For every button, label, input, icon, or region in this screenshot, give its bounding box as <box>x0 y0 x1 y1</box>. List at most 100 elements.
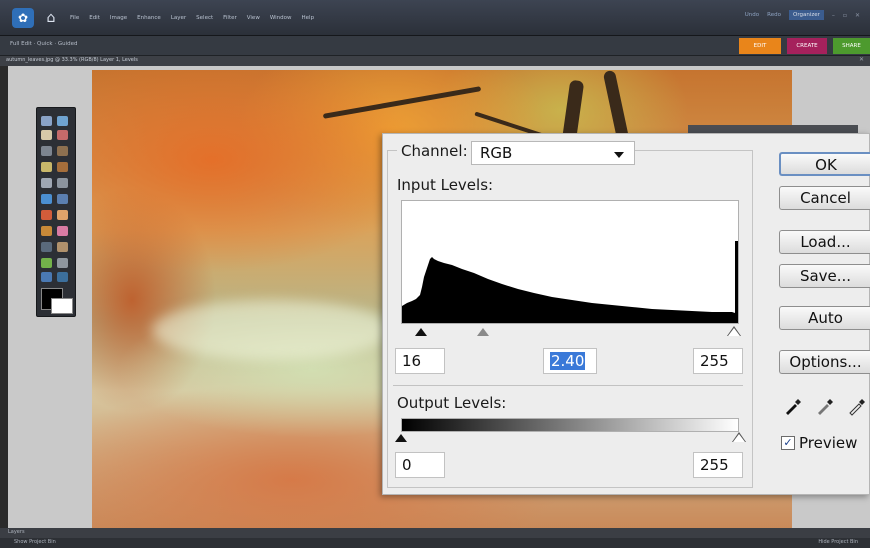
menu-window[interactable]: Window <box>270 12 292 24</box>
lasso-tool-icon[interactable] <box>57 146 68 156</box>
channel-select[interactable]: RGB <box>471 141 635 165</box>
tab-create[interactable]: CREATE <box>787 38 827 54</box>
input-gamma-handle[interactable] <box>477 328 489 336</box>
load-button[interactable]: Load... <box>779 230 870 254</box>
input-gamma-field[interactable]: 2.40 <box>543 348 597 374</box>
organizer-button[interactable]: Organizer <box>788 10 824 20</box>
app-logo-icon[interactable]: ✿ <box>12 8 34 28</box>
crop-tool-icon[interactable] <box>57 178 68 188</box>
close-icon[interactable]: ✕ <box>855 12 860 19</box>
tab-edit[interactable]: EDIT <box>739 38 781 54</box>
smart-brush-icon[interactable] <box>57 272 68 282</box>
input-white-field[interactable]: 255 <box>693 348 743 374</box>
input-levels-slider[interactable] <box>401 324 741 340</box>
output-levels-label: Output Levels: <box>397 394 507 412</box>
mode-bar: Full Edit · Quick · Guided EDIT CREATE S… <box>0 36 870 56</box>
options-button[interactable]: Options... <box>779 350 870 374</box>
document-close-icon[interactable]: ✕ <box>859 56 864 63</box>
divider <box>393 385 743 386</box>
input-white-value: 255 <box>700 352 729 370</box>
document-title[interactable]: autumn_leaves.jpg @ 33.3% (RGB/8) Layer … <box>6 57 138 63</box>
eraser-tool-icon[interactable] <box>57 210 68 220</box>
zoom-tool-icon[interactable] <box>57 116 68 126</box>
project-bin-bar: Show Project Bin Hide Project Bin <box>0 538 870 548</box>
eyedropper-tool-icon[interactable] <box>57 130 68 140</box>
menu-enhance[interactable]: Enhance <box>137 12 161 24</box>
output-white-field[interactable]: 255 <box>693 452 743 478</box>
output-white-fill <box>733 434 745 442</box>
menu-layer[interactable]: Layer <box>171 12 186 24</box>
histogram-fill <box>402 241 738 323</box>
levels-dialog: Channel: RGB Input Levels: 16 2.40 255 O… <box>382 133 870 495</box>
menu-help[interactable]: Help <box>302 12 315 24</box>
menu-image[interactable]: Image <box>110 12 127 24</box>
cancel-button[interactable]: Cancel <box>779 186 870 210</box>
hide-project-bin-button[interactable]: Hide Project Bin <box>818 539 858 545</box>
marquee-tool-icon[interactable] <box>41 146 52 156</box>
hand-tool-icon[interactable] <box>41 130 52 140</box>
sponge-tool-icon[interactable] <box>41 272 52 282</box>
output-black-field[interactable]: 0 <box>395 452 445 478</box>
tab-share[interactable]: SHARE <box>833 38 870 54</box>
menu-bar: ✿ ⌂ File Edit Image Enhance Layer Select… <box>0 0 870 36</box>
channel-label: Channel: <box>397 142 472 160</box>
selection-brush-icon[interactable] <box>57 162 68 172</box>
maximize-icon[interactable]: ▫ <box>843 12 847 19</box>
redo-button[interactable]: Redo <box>767 12 781 18</box>
type-tool-icon[interactable] <box>41 178 52 188</box>
chevron-down-icon <box>614 152 624 158</box>
shape-tool-icon[interactable] <box>41 258 52 268</box>
magic-wand-tool-icon[interactable] <box>41 162 52 172</box>
pencil-tool-icon[interactable] <box>57 226 68 236</box>
toolbox <box>36 107 76 317</box>
gradient-tool-icon[interactable] <box>57 242 68 252</box>
menu-right-controls: Undo Redo Organizer – ▫ ✕ <box>745 10 860 20</box>
background-color-swatch[interactable] <box>51 298 73 314</box>
menu-filter[interactable]: Filter <box>223 12 237 24</box>
edit-mode-selector[interactable]: Full Edit · Quick · Guided <box>10 41 78 47</box>
black-eyedropper-icon[interactable] <box>783 394 805 416</box>
clone-stamp-icon[interactable] <box>41 210 52 220</box>
brush-tool-icon[interactable] <box>41 226 52 236</box>
gray-eyedropper-icon[interactable] <box>815 394 837 416</box>
menu-file[interactable]: File <box>70 12 79 24</box>
status-bar: Layers <box>0 528 870 538</box>
photo-sunlit-area <box>152 300 392 360</box>
document-tab-bar: autumn_leaves.jpg @ 33.3% (RGB/8) Layer … <box>0 56 870 66</box>
menu-edit[interactable]: Edit <box>89 12 100 24</box>
menu-select[interactable]: Select <box>196 12 213 24</box>
save-button[interactable]: Save... <box>779 264 870 288</box>
blur-tool-icon[interactable] <box>57 258 68 268</box>
move-tool-icon[interactable] <box>41 116 52 126</box>
minimize-icon[interactable]: – <box>832 12 835 19</box>
layers-label[interactable]: Layers <box>8 529 25 535</box>
input-black-field[interactable]: 16 <box>395 348 445 374</box>
channel-select-value: RGB <box>480 144 513 162</box>
input-black-value: 16 <box>402 352 422 370</box>
output-black-handle[interactable] <box>395 434 407 442</box>
photoshop-elements-window: ✿ ⌂ File Edit Image Enhance Layer Select… <box>0 0 870 548</box>
input-gamma-value: 2.40 <box>550 352 586 370</box>
output-levels-slider[interactable] <box>395 432 746 444</box>
output-white-value: 255 <box>700 456 729 474</box>
auto-button[interactable]: Auto <box>779 306 870 330</box>
preview-checkbox[interactable]: ✓ <box>781 436 795 450</box>
white-eyedropper-icon[interactable] <box>847 394 869 416</box>
preview-label: Preview <box>799 434 858 452</box>
output-gradient-bar <box>401 418 739 432</box>
histogram-graph <box>402 241 738 323</box>
histogram <box>401 200 739 324</box>
paint-bucket-icon[interactable] <box>41 242 52 252</box>
tree-branch <box>322 86 482 119</box>
ok-button[interactable]: OK <box>779 152 870 176</box>
input-levels-label: Input Levels: <box>397 176 494 194</box>
output-black-value: 0 <box>402 456 412 474</box>
home-icon[interactable]: ⌂ <box>40 8 62 28</box>
show-project-bin-button[interactable]: Show Project Bin <box>14 539 56 545</box>
red-eye-tool-icon[interactable] <box>41 194 52 204</box>
menu-view[interactable]: View <box>247 12 260 24</box>
spot-healing-icon[interactable] <box>57 194 68 204</box>
input-white-point-fill <box>728 328 740 336</box>
undo-button[interactable]: Undo <box>745 12 759 18</box>
input-black-point-handle[interactable] <box>415 328 427 336</box>
